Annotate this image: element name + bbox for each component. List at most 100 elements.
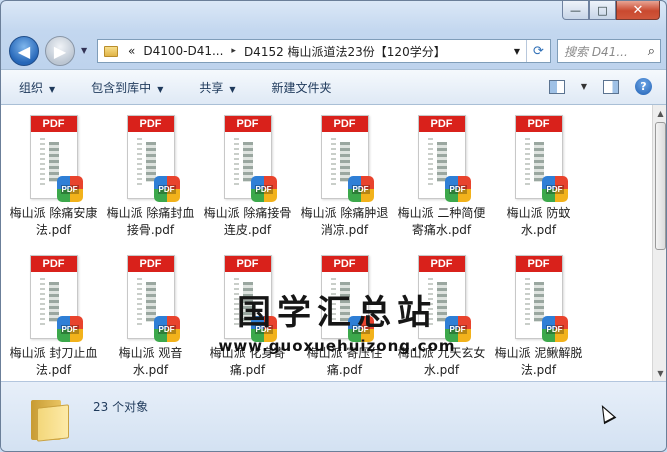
file-item[interactable]: PDF PDF 梅山派 九天玄女水.pdf	[393, 251, 490, 381]
file-item[interactable]: PDF PDF 梅山派 除痛接骨连皮.pdf	[199, 111, 296, 247]
forward-arrow-icon: ▶	[53, 41, 67, 61]
file-name: 梅山派 寄压住痛.pdf	[306, 346, 383, 377]
pdf-thumbnail-header: PDF	[224, 256, 271, 272]
pdf-badge-label: PDF	[545, 324, 564, 334]
pdf-thumbnail-header: PDF	[515, 116, 562, 132]
include-library-label: 包含到库中	[91, 80, 152, 95]
scroll-down-icon[interactable]: ▼	[653, 365, 666, 381]
file-item[interactable]: PDF PDF 梅山派 封刀止血法.pdf	[5, 251, 102, 381]
pdf-thumbnail-icon: PDF PDF	[514, 255, 568, 342]
command-toolbar: 组织 ▼ 包含到库中 ▼ 共享 ▼ 新建文件夹 ▼ ?	[1, 69, 666, 105]
pdf-badge-icon: PDF	[444, 176, 471, 202]
details-pane: 23 个对象	[1, 381, 666, 451]
file-grid: PDF PDF 梅山派 除痛安康法.pdf PDF PDF 梅山派 除痛封血接骨.pdf P…	[5, 111, 587, 381]
pdf-thumbnail-icon: PDF PDF	[29, 115, 83, 202]
forward-button[interactable]: ▶	[45, 36, 75, 66]
refresh-icon[interactable]: ⟳	[526, 40, 550, 62]
close-button[interactable]: ✕	[616, 1, 660, 20]
organize-label: 组织	[19, 80, 44, 95]
breadcrumb-current[interactable]: D4152 梅山派道法23份【120学分】	[240, 43, 450, 60]
back-arrow-icon: ◀	[17, 41, 31, 61]
file-name: 梅山派 封刀止血法.pdf	[9, 346, 98, 377]
pdf-badge-label: PDF	[448, 324, 467, 334]
file-name: 梅山派 九天玄女水.pdf	[397, 346, 486, 377]
pdf-thumbnail-header: PDF	[30, 256, 77, 272]
pdf-thumbnail-icon: PDF PDF	[417, 115, 471, 202]
pdf-thumbnail-icon: PDF PDF	[514, 115, 568, 202]
toolbar-right-group: ▼ ?	[548, 78, 652, 95]
pdf-badge-icon: PDF	[153, 176, 180, 202]
breadcrumb-parent[interactable]: D4100-D41...	[139, 44, 227, 58]
file-item[interactable]: PDF PDF 梅山派 防蚊水.pdf	[490, 111, 587, 247]
chevron-down-icon: ▼	[229, 84, 236, 94]
pdf-badge-label: PDF	[157, 324, 176, 334]
file-item[interactable]: PDF PDF 梅山派 除痛安康法.pdf	[5, 111, 102, 247]
folder-icon	[104, 45, 118, 57]
file-name: 梅山派 防蚊水.pdf	[506, 206, 571, 237]
pdf-thumbnail-icon: PDF PDF	[126, 115, 180, 202]
pdf-badge-icon: PDF	[250, 176, 277, 202]
recent-pages-dropdown[interactable]: ▼	[81, 46, 87, 55]
file-item[interactable]: PDF PDF 梅山派 泥鳅解脱法.pdf	[490, 251, 587, 381]
pdf-thumbnail-icon: PDF PDF	[320, 115, 374, 202]
file-item[interactable]: PDF PDF 梅山派 化身寄痛.pdf	[199, 251, 296, 381]
pdf-badge-icon: PDF	[541, 176, 568, 202]
chevron-down-icon: ▼	[157, 84, 164, 94]
preview-pane-icon[interactable]	[603, 79, 619, 94]
file-item[interactable]: PDF PDF 梅山派 二种简便寄痛水.pdf	[393, 111, 490, 247]
pdf-badge-label: PDF	[157, 184, 176, 194]
minimize-button[interactable]: —	[562, 1, 589, 20]
breadcrumb-separator-icon[interactable]: ▸	[227, 46, 240, 56]
item-count: 23 个对象	[93, 400, 149, 414]
pdf-thumbnail-header: PDF	[418, 116, 465, 132]
maximize-button[interactable]: □	[589, 1, 616, 20]
organize-button[interactable]: 组织 ▼	[19, 79, 55, 96]
pdf-badge-label: PDF	[60, 184, 79, 194]
help-icon[interactable]: ?	[635, 78, 652, 95]
include-in-library-button[interactable]: 包含到库中 ▼	[91, 79, 163, 96]
pdf-badge-label: PDF	[351, 184, 370, 194]
pdf-thumbnail-icon: PDF PDF	[126, 255, 180, 342]
vertical-scrollbar[interactable]: ▲ ▼	[652, 105, 666, 381]
pdf-thumbnail-icon: PDF PDF	[223, 115, 277, 202]
file-item[interactable]: PDF PDF 梅山派 除痛肿退消凉.pdf	[296, 111, 393, 247]
file-name: 梅山派 二种简便寄痛水.pdf	[397, 206, 486, 237]
file-name: 梅山派 化身寄痛.pdf	[209, 346, 286, 377]
pdf-thumbnail-header: PDF	[30, 116, 77, 132]
pdf-badge-icon: PDF	[153, 316, 180, 342]
view-dropdown-icon[interactable]: ▼	[581, 82, 587, 91]
file-item[interactable]: PDF PDF 梅山派 寄压住痛.pdf	[296, 251, 393, 381]
pdf-badge-icon: PDF	[444, 316, 471, 342]
chevron-down-icon: ▼	[49, 84, 56, 94]
pdf-thumbnail-header: PDF	[224, 116, 271, 132]
title-bar: — □ ✕	[1, 1, 666, 31]
scroll-up-icon[interactable]: ▲	[653, 105, 666, 121]
pdf-thumbnail-header: PDF	[515, 256, 562, 272]
file-name: 梅山派 除痛接骨连皮.pdf	[203, 206, 292, 237]
window-controls: — □ ✕	[562, 1, 660, 20]
pdf-badge-label: PDF	[545, 184, 564, 194]
pdf-thumbnail-icon: PDF PDF	[29, 255, 83, 342]
pdf-badge-icon: PDF	[56, 176, 83, 202]
search-icon[interactable]: ⌕	[648, 44, 655, 59]
back-button[interactable]: ◀	[9, 36, 39, 66]
share-button[interactable]: 共享 ▼	[199, 79, 235, 96]
pdf-badge-icon: PDF	[250, 316, 277, 342]
scroll-thumb[interactable]	[655, 122, 666, 250]
address-dropdown-icon[interactable]: ▼	[508, 47, 526, 56]
file-name: 梅山派 泥鳅解脱法.pdf	[494, 346, 583, 377]
file-name: 梅山派 除痛肿退消凉.pdf	[300, 206, 389, 237]
breadcrumb-overflow[interactable]: «	[124, 44, 139, 58]
address-bar[interactable]: « D4100-D41... ▸ D4152 梅山派道法23份【120学分】 ▼…	[97, 39, 551, 63]
pdf-thumbnail-header: PDF	[321, 256, 368, 272]
file-item[interactable]: PDF PDF 梅山派 观音水.pdf	[102, 251, 199, 381]
file-list-pane[interactable]: PDF PDF 梅山派 除痛安康法.pdf PDF PDF 梅山派 除痛封血接骨.pdf P…	[1, 105, 652, 381]
search-input[interactable]: 搜索 D41... ⌕	[557, 39, 661, 63]
new-folder-button[interactable]: 新建文件夹	[272, 79, 332, 96]
change-view-icon[interactable]	[548, 79, 565, 94]
pdf-thumbnail-header: PDF	[127, 116, 174, 132]
pdf-badge-label: PDF	[254, 184, 273, 194]
share-label: 共享	[199, 80, 224, 95]
file-name: 梅山派 除痛封血接骨.pdf	[106, 206, 195, 237]
file-item[interactable]: PDF PDF 梅山派 除痛封血接骨.pdf	[102, 111, 199, 247]
